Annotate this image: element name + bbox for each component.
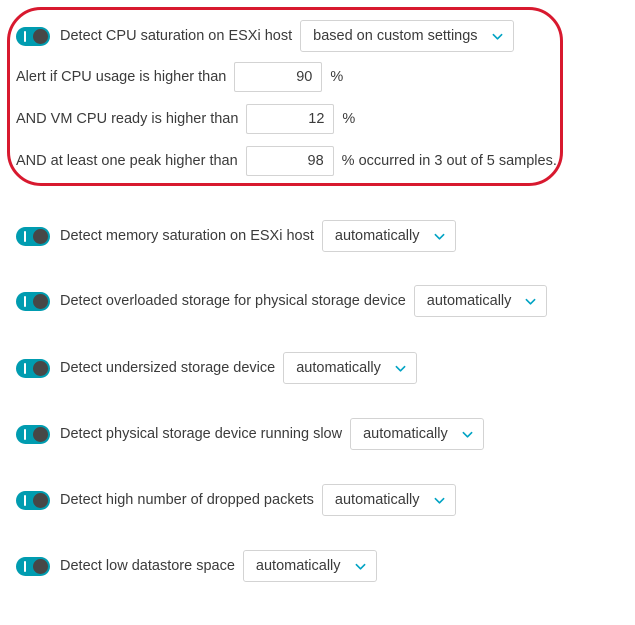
vm-cpu-ready-threshold-input[interactable] [246,104,335,134]
toggle-knob-icon [33,426,48,442]
low-datastore-space-select[interactable]: automatically [242,550,377,582]
chevron-down-icon [395,365,406,372]
memory-saturation-toggle[interactable] [16,226,50,246]
overloaded-storage-select-value: automatically [426,293,512,309]
toggle-knob-icon [33,28,48,44]
cpu-peak-threshold-row: AND at least one peak higher than % occu… [0,146,557,176]
overloaded-storage-select[interactable]: automatically [413,285,548,317]
toggle-knob-icon [33,558,48,574]
chevron-down-icon [525,298,536,305]
slow-storage-device-select-value: automatically [363,426,448,442]
vm-cpu-ready-threshold-unit: % [342,111,356,127]
low-datastore-space-label: Detect low datastore space [60,557,235,574]
cpu-usage-threshold-label: Alert if CPU usage is higher than [16,68,227,85]
undersized-storage-row: Detect undersized storage device automat… [0,352,417,384]
chevron-down-icon [434,497,444,504]
toggle-on-bar-icon [24,295,26,307]
cpu-peak-threshold-label: AND at least one peak higher than [16,152,238,169]
toggle-on-bar-icon [24,428,26,440]
dropped-packets-select[interactable]: automatically [321,484,456,516]
toggle-on-bar-icon [24,30,26,42]
undersized-storage-label: Detect undersized storage device [60,359,276,376]
low-datastore-space-toggle[interactable] [16,556,50,576]
overloaded-storage-toggle[interactable] [16,291,50,311]
dropped-packets-toggle[interactable] [16,490,50,510]
vm-cpu-ready-threshold-label: AND VM CPU ready is higher than [16,110,239,127]
cpu-usage-threshold-input[interactable] [234,62,323,92]
chevron-down-icon [355,563,365,570]
cpu-saturation-label: Detect CPU saturation on ESXi host [60,27,293,44]
memory-saturation-select[interactable]: automatically [321,220,456,252]
toggle-knob-icon [33,360,48,376]
undersized-storage-select[interactable]: automatically [283,352,417,384]
overloaded-storage-label: Detect overloaded storage for physical s… [60,292,406,309]
memory-saturation-select-value: automatically [334,228,420,244]
chevron-down-icon [434,233,444,240]
dropped-packets-label: Detect high number of dropped packets [60,491,314,508]
toggle-on-bar-icon [24,494,26,506]
cpu-peak-threshold-unit: % occurred in 3 out of 5 samples. [341,153,557,169]
slow-storage-device-select[interactable]: automatically [350,418,484,450]
slow-storage-device-row: Detect physical storage device running s… [0,418,484,450]
slow-storage-device-label: Detect physical storage device running s… [60,425,343,442]
cpu-usage-threshold-unit: % [330,69,344,85]
undersized-storage-toggle[interactable] [16,358,50,378]
overloaded-storage-row: Detect overloaded storage for physical s… [0,285,548,317]
cpu-saturation-mode-value: based on custom settings [313,28,478,44]
memory-saturation-label: Detect memory saturation on ESXi host [60,227,314,244]
chevron-down-icon [462,431,473,438]
toggle-knob-icon [33,228,48,244]
toggle-on-bar-icon [24,560,26,572]
cpu-saturation-mode-select[interactable]: based on custom settings [300,20,514,52]
cpu-usage-threshold-row: Alert if CPU usage is higher than % [0,62,343,92]
toggle-on-bar-icon [24,362,26,374]
low-datastore-space-select-value: automatically [255,558,341,574]
chevron-down-icon [492,33,503,40]
toggle-knob-icon [33,293,48,309]
vm-cpu-ready-threshold-row: AND VM CPU ready is higher than % [0,104,355,134]
undersized-storage-select-value: automatically [296,360,381,376]
toggle-on-bar-icon [24,230,26,242]
dropped-packets-row: Detect high number of dropped packets au… [0,484,456,516]
memory-saturation-row: Detect memory saturation on ESXi host au… [0,220,456,252]
dropped-packets-select-value: automatically [334,492,420,508]
cpu-peak-threshold-input[interactable] [245,146,334,176]
cpu-saturation-toggle[interactable] [16,26,50,46]
low-datastore-space-row: Detect low datastore space automatically [0,550,377,582]
toggle-knob-icon [33,492,48,508]
slow-storage-device-toggle[interactable] [16,424,50,444]
cpu-saturation-row: Detect CPU saturation on ESXi host based… [0,20,514,52]
